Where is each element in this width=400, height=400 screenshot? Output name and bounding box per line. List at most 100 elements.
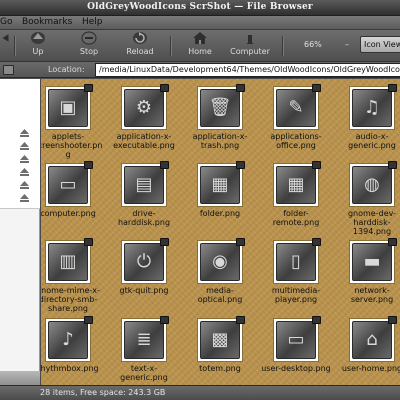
file-thumbnail: ◉ <box>198 238 245 283</box>
file-thumbnail: ◍ <box>350 161 397 206</box>
emblem-icon <box>84 238 93 246</box>
harddisk-1394-icon: ◍ <box>352 166 392 204</box>
emblem-icon <box>84 316 93 324</box>
emblem-icon <box>312 161 321 169</box>
rhythmbox-icon: ♪ <box>48 321 88 359</box>
file-thumbnail: ▯ <box>274 238 321 283</box>
file-name: network-server.png <box>350 286 394 304</box>
file-item[interactable]: ▦ folder-remote.png <box>260 161 332 227</box>
zoom-level: 66% <box>304 40 322 49</box>
file-item[interactable]: ▦ folder.png <box>184 161 256 218</box>
emblem-icon <box>84 84 93 92</box>
eject-icon[interactable] <box>20 194 29 202</box>
home-button[interactable]: Home <box>184 31 216 61</box>
file-item[interactable]: ✎ applications-office.png <box>260 84 332 150</box>
file-name: application-x-trash.png <box>192 132 248 150</box>
folder-remote-icon: ▦ <box>276 166 316 204</box>
location-toggle-button[interactable] <box>3 65 14 75</box>
file-item[interactable]: ◍ gnome-dev-harddisk-1394.png <box>336 161 400 236</box>
file-thumbnail: ⏻ <box>122 238 169 283</box>
stop-button[interactable]: Stop <box>72 31 106 61</box>
file-name: applets-screenshooter.png <box>41 132 103 159</box>
up-button[interactable]: Up <box>22 31 54 61</box>
computer-button[interactable]: Computer <box>226 31 274 61</box>
file-thumbnail: ▭ <box>46 161 93 206</box>
file-thumbnail: ▤ <box>122 161 169 206</box>
sidebar-places-panel <box>0 79 40 209</box>
file-item[interactable]: ▩ totem.png <box>184 316 256 373</box>
file-item[interactable]: ♫ audio-x-generic.png <box>336 84 400 150</box>
file-thumbnail: ⚙ <box>122 84 169 129</box>
file-item[interactable]: 🗑 application-x-trash.png <box>184 84 256 150</box>
file-thumbnail: ▥ <box>46 238 93 283</box>
eject-icon[interactable] <box>20 155 29 163</box>
office-pen-icon: ✎ <box>276 89 316 127</box>
file-thumbnail: ▩ <box>198 316 245 361</box>
eject-icon[interactable] <box>20 168 29 176</box>
music-note-icon: ♫ <box>352 89 392 127</box>
toolbar-separator <box>282 36 283 56</box>
trash-can-icon: 🗑 <box>200 89 240 127</box>
emblem-icon <box>388 161 397 169</box>
status-bar: 28 items, Free space: 243.3 GB <box>0 385 400 400</box>
emblem-icon <box>312 316 321 324</box>
file-item[interactable]: ▬ network-server.png <box>336 238 400 304</box>
file-name: drive-harddisk.png <box>117 209 171 227</box>
file-thumbnail: ♫ <box>350 84 397 129</box>
file-item[interactable]: ⚙ application-x-executable.png <box>108 84 180 150</box>
file-name: user-home.png <box>341 364 400 373</box>
file-item[interactable]: ▤ drive-harddisk.png <box>108 161 180 227</box>
home-icon <box>193 32 207 44</box>
network-server-icon: ▬ <box>352 243 392 281</box>
file-item[interactable]: ▣ applets-screenshooter.png <box>41 84 104 159</box>
file-name: computer.png <box>41 209 96 218</box>
view-mode-select[interactable]: Icon View <box>360 36 400 53</box>
power-icon: ⏻ <box>124 243 164 281</box>
emblem-icon <box>388 84 397 92</box>
sidebar-scrollbar[interactable] <box>0 371 40 385</box>
screenshot-monitor-icon: ▣ <box>48 89 88 127</box>
eject-icon[interactable] <box>20 129 29 137</box>
network-folder-icon: ▥ <box>48 243 88 281</box>
menu-go[interactable]: Go <box>0 17 12 27</box>
menu-help[interactable]: Help <box>82 17 103 27</box>
eject-icon[interactable] <box>20 142 29 150</box>
file-name: totem.png <box>199 364 241 373</box>
optical-disc-icon: ◉ <box>200 243 240 281</box>
file-item[interactable]: ≣ text-x-generic.png <box>108 316 180 382</box>
location-input[interactable]: /media/LinuxData/Development64/Themes/Ol… <box>95 63 400 77</box>
file-item[interactable]: ▭ user-desktop.png <box>260 316 332 373</box>
file-name: rhythmbox.png <box>41 364 99 373</box>
emblem-icon <box>160 161 169 169</box>
back-button[interactable] <box>0 31 14 61</box>
desktop-icon: ▭ <box>276 321 316 359</box>
computer-icon <box>247 35 253 44</box>
file-name: gnome-dev-harddisk-1394.png <box>347 209 397 236</box>
eject-icon[interactable] <box>20 181 29 189</box>
toolbar-separator <box>14 36 15 56</box>
emblem-icon <box>84 161 93 169</box>
zoom-out-button[interactable]: – <box>342 40 352 50</box>
file-item[interactable]: ♪ rhythmbox.png <box>41 316 104 373</box>
file-thumbnail: ⌂ <box>350 316 397 361</box>
menu-bar: Go Bookmarks Help <box>0 16 400 30</box>
toolbar: Up Stop Reload Home Computer 66% – Icon … <box>0 30 400 62</box>
file-item[interactable]: ⏻ gtk-quit.png <box>108 238 180 295</box>
file-thumbnail: 🗑 <box>198 84 245 129</box>
file-item[interactable]: ◉ media-optical.png <box>184 238 256 304</box>
reload-button[interactable]: Reload <box>122 31 158 61</box>
file-name: user-desktop.png <box>261 364 331 373</box>
file-item[interactable]: ▭ computer.png <box>41 161 104 218</box>
file-thumbnail: ≣ <box>122 316 169 361</box>
menu-bookmarks[interactable]: Bookmarks <box>22 17 72 27</box>
file-icon-view[interactable]: ▣ applets-screenshooter.png ⚙ applicatio… <box>41 79 400 385</box>
file-name: audio-x-generic.png <box>348 132 396 150</box>
file-name: media-optical.png <box>197 286 243 304</box>
stop-label: Stop <box>79 47 99 56</box>
file-thumbnail: ✎ <box>274 84 321 129</box>
file-item[interactable]: ▥ gnome-mime-x-directory-smb-share.png <box>41 238 104 313</box>
file-item[interactable]: ⌂ user-home.png <box>336 316 400 373</box>
film-reel-icon: ▩ <box>200 321 240 359</box>
emblem-icon <box>236 238 245 246</box>
file-item[interactable]: ▯ multimedia-player.png <box>260 238 332 304</box>
